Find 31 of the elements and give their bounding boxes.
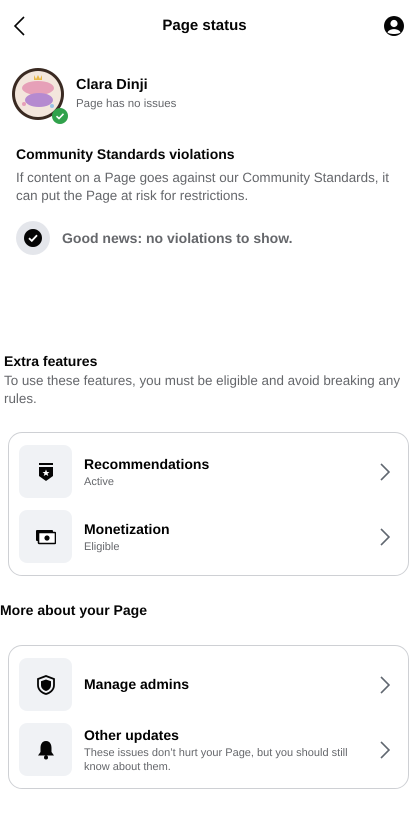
settings-row[interactable]: Other updates These issues don’t hurt your Page, but you should still know about them. [19, 717, 398, 782]
result-text: Good news: no violations to show. [62, 228, 292, 248]
bell-icon [36, 740, 54, 760]
profile-icon[interactable] [382, 15, 405, 37]
section-heading: Extra features [4, 352, 98, 372]
check-icon [16, 221, 50, 256]
settings-row[interactable]: Recommendations Active [19, 439, 398, 504]
shield-icon [36, 674, 54, 695]
chevron-icon [380, 528, 390, 546]
section-description: To use these features, you must be eligible and avoid breaking any rules. [4, 372, 402, 408]
section-description: If content on a Page goes against our Community Standards, it can put the Page at risk for restrictions. [16, 169, 390, 206]
row-subtitle: These issues don’t hurt your Page, but you should still know about them. [84, 746, 349, 775]
section-heading: Community Standards violations [16, 145, 236, 164]
settings-row[interactable]: Monetization Eligible [19, 504, 398, 570]
page-title: Page status [162, 16, 247, 36]
row-title: Other updates [84, 726, 180, 746]
banknote-icon [36, 528, 56, 545]
back-icon[interactable] [12, 15, 26, 37]
chevron-icon [380, 740, 390, 759]
row-subtitle: Eligible [84, 540, 120, 555]
row-title: Monetization [84, 520, 171, 540]
row-title: Recommendations [84, 455, 210, 474]
section-heading: More about your Page [0, 601, 148, 620]
star-badge-icon [38, 462, 54, 481]
row-title: Manage admins [84, 675, 190, 694]
settings-row[interactable]: Manage admins [19, 652, 398, 718]
chevron-icon [380, 676, 390, 694]
page-name: Clara Dinji [76, 76, 149, 94]
page-status-text: Page has no issues [76, 97, 176, 112]
chevron-icon [380, 462, 390, 481]
row-subtitle: Active [84, 475, 115, 490]
